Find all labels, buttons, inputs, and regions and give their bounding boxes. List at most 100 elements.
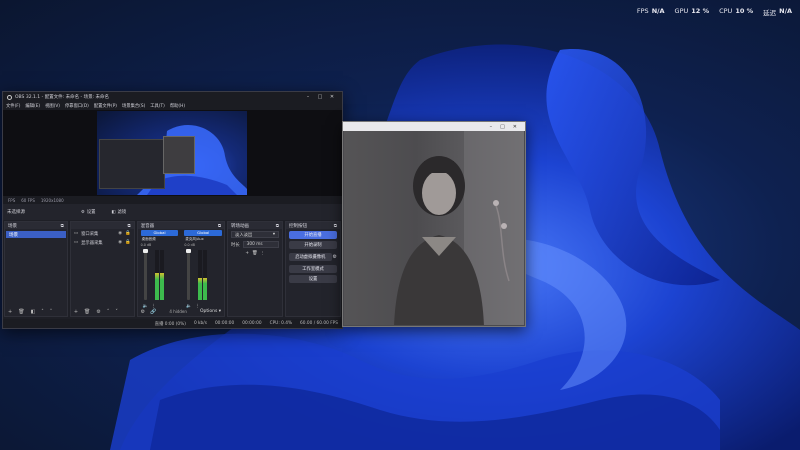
mixer-link-icon[interactable]: 🔗 [150, 309, 156, 315]
sources-dock-header: ⧉ [70, 222, 134, 229]
source-item[interactable]: ▭ 显示器采集 ◉ 🔒 [71, 238, 134, 247]
scenes-dock-header: 场景 ⧉ [5, 222, 67, 229]
preview-bar-rate: 60 FPS [21, 197, 35, 203]
transitions-dock-header: 转场动画 ⧉ [228, 222, 283, 229]
fader-knob[interactable] [142, 249, 148, 253]
sources-dock-footer: + 🗑 ⚙ ˄ ˅ [71, 307, 134, 316]
mixer-settings-icon[interactable]: ⚙ [141, 309, 145, 315]
source-toolbar: 未选择源 ⚙ 设置 ◧ 滤镜 [3, 204, 342, 220]
undock-icon[interactable]: ⧉ [127, 223, 130, 229]
gpu-value: 12 % [691, 7, 710, 15]
controls-dock: 控制按钮 ⧉ 开始直播 开始录制 启动虚拟摄像机 ⚙ 工作室模式 设置 [285, 221, 341, 317]
virtual-camera-row: 启动虚拟摄像机 ⚙ [286, 251, 340, 263]
remove-scene-icon[interactable]: 🗑 [18, 309, 24, 315]
sources-dock: ⧉ ▭ 窗口采集 ◉ 🔒 ▭ 显示器采集 ◉ 🔒 + 🗑 ⚙ ˄ ˅ [69, 221, 135, 317]
mixer-options-button[interactable]: Options ▾ [200, 309, 224, 314]
studio-mode-button[interactable]: 工作室模式 [289, 265, 337, 273]
duration-label: 时长 [231, 242, 240, 248]
menu-profile[interactable]: 配置文件(P) [94, 103, 117, 109]
minimize-icon[interactable]: – [490, 124, 493, 130]
transition-select[interactable]: 淡入淡出 ▾ [231, 231, 280, 238]
scenes-title: 场景 [8, 223, 17, 229]
monitor-capture-icon: ▭ [73, 240, 79, 245]
channel-db: 0.0 dB [184, 243, 195, 247]
scene-filters-icon[interactable]: ◧ [31, 309, 36, 315]
cpu-label: CPU [719, 7, 733, 15]
controls-dock-header: 控制按钮 ⧉ [286, 222, 340, 229]
menu-scene-collection[interactable]: 场景集合(S) [122, 103, 145, 109]
transition-select-value: 淡入淡出 [235, 232, 253, 238]
properties-button-label: 设置 [86, 210, 96, 215]
mixer-dock-footer: ⚙ 🔗 4 hidden Options ▾ [138, 307, 224, 316]
menu-file[interactable]: 文件(F) [6, 103, 20, 109]
undock-icon[interactable]: ⧉ [218, 223, 221, 229]
start-recording-button[interactable]: 开始录制 [289, 241, 337, 249]
camera-window: – □ ✕ [342, 121, 526, 327]
menu-view[interactable]: 视图(V) [45, 103, 60, 109]
obs-logo-icon [7, 94, 12, 100]
properties-button[interactable]: ⚙ 设置 [77, 207, 99, 217]
volume-fader[interactable] [186, 249, 192, 300]
maximize-icon[interactable]: □ [500, 124, 505, 130]
channel-device-select[interactable]: 桌面音频 [141, 237, 179, 242]
maximize-icon[interactable]: □ [314, 94, 326, 100]
add-source-button[interactable]: + [74, 309, 78, 315]
mixer-options-label: Options [199, 309, 218, 314]
channel-device-select[interactable]: 麦克风/Aux [184, 237, 222, 242]
menu-edit[interactable]: 编辑(E) [25, 103, 40, 109]
window-title: OBS 32.1.1 - 配置文件: 未命名 - 场景: 未命名 [15, 95, 110, 100]
close-icon[interactable]: ✕ [513, 124, 517, 130]
latency-label: 延迟 [763, 9, 777, 17]
transition-more-icon[interactable]: ⋮ [260, 251, 264, 256]
menu-help[interactable]: 帮助(H) [170, 103, 185, 109]
camera-person-silhouette [394, 131, 524, 325]
level-meter-right [159, 250, 164, 300]
virtual-camera-settings-icon[interactable]: ⚙ [333, 254, 337, 260]
move-up-icon[interactable]: ˄ [107, 309, 110, 315]
source-properties-icon[interactable]: ⚙ [96, 309, 100, 315]
move-down-icon[interactable]: ˅ [115, 309, 118, 315]
level-meter-right [203, 250, 208, 300]
menu-tools[interactable]: 工具(T) [150, 103, 165, 109]
menu-docks[interactable]: 停靠窗口(D) [65, 103, 89, 109]
preview-area[interactable] [3, 110, 342, 196]
preview-canvas[interactable] [97, 111, 247, 195]
minimize-icon[interactable]: – [302, 94, 314, 100]
remove-transition-icon[interactable]: 🗑 [252, 251, 257, 256]
chevron-down-icon: ▾ [272, 232, 276, 237]
audio-mixer-dock: 混音器 ⧉ Global 桌面音频 0.0 dB 🔈 ⋮ Global 麦克风/Au… [136, 221, 226, 317]
fader-knob[interactable] [186, 249, 192, 253]
duration-input[interactable]: 300 ms [242, 241, 279, 248]
status-record-time: 00:00:00 [242, 321, 262, 326]
start-streaming-button[interactable]: 开始直播 [289, 231, 337, 239]
start-virtual-camera-button[interactable]: 启动虚拟摄像机 [289, 253, 332, 261]
undock-icon[interactable]: ⧉ [61, 223, 64, 229]
remove-source-icon[interactable]: 🗑 [84, 309, 90, 315]
undock-icon[interactable]: ⧉ [334, 223, 337, 229]
close-icon[interactable]: ✕ [326, 94, 338, 100]
obs-titlebar[interactable]: OBS 32.1.1 - 配置文件: 未命名 - 场景: 未命名 – □ ✕ [3, 92, 342, 102]
lock-icon[interactable]: 🔒 [125, 240, 131, 245]
mixer-channel-desktop: Global 桌面音频 0.0 dB 🔈 ⋮ [140, 230, 179, 309]
preview-bar-fps: FPS [8, 197, 16, 203]
visibility-eye-icon[interactable]: ◉ [118, 240, 122, 245]
scene-item[interactable]: 场景 [6, 231, 66, 238]
gpu-label: GPU [674, 7, 689, 15]
visibility-eye-icon[interactable]: ◉ [118, 231, 122, 236]
settings-button[interactable]: 设置 [289, 275, 337, 283]
add-scene-button[interactable]: + [8, 309, 12, 315]
lock-icon[interactable]: 🔒 [125, 231, 131, 236]
status-bitrate: 0 kb/s [193, 321, 207, 326]
move-down-icon[interactable]: ˅ [50, 309, 53, 315]
undock-icon[interactable]: ⧉ [276, 223, 279, 229]
volume-fader[interactable] [142, 249, 148, 300]
camera-titlebar[interactable]: – □ ✕ [343, 122, 525, 131]
chevron-down-icon: ▾ [218, 309, 222, 314]
add-transition-icon[interactable]: + [245, 251, 249, 256]
filters-button[interactable]: ◧ 滤镜 [107, 207, 130, 217]
controls-title: 控制按钮 [289, 223, 308, 229]
latency-value: N/A [779, 7, 792, 15]
move-up-icon[interactable]: ˄ [41, 309, 44, 315]
source-item[interactable]: ▭ 窗口采集 ◉ 🔒 [71, 229, 134, 238]
filter-icon: ◧ [111, 209, 116, 215]
